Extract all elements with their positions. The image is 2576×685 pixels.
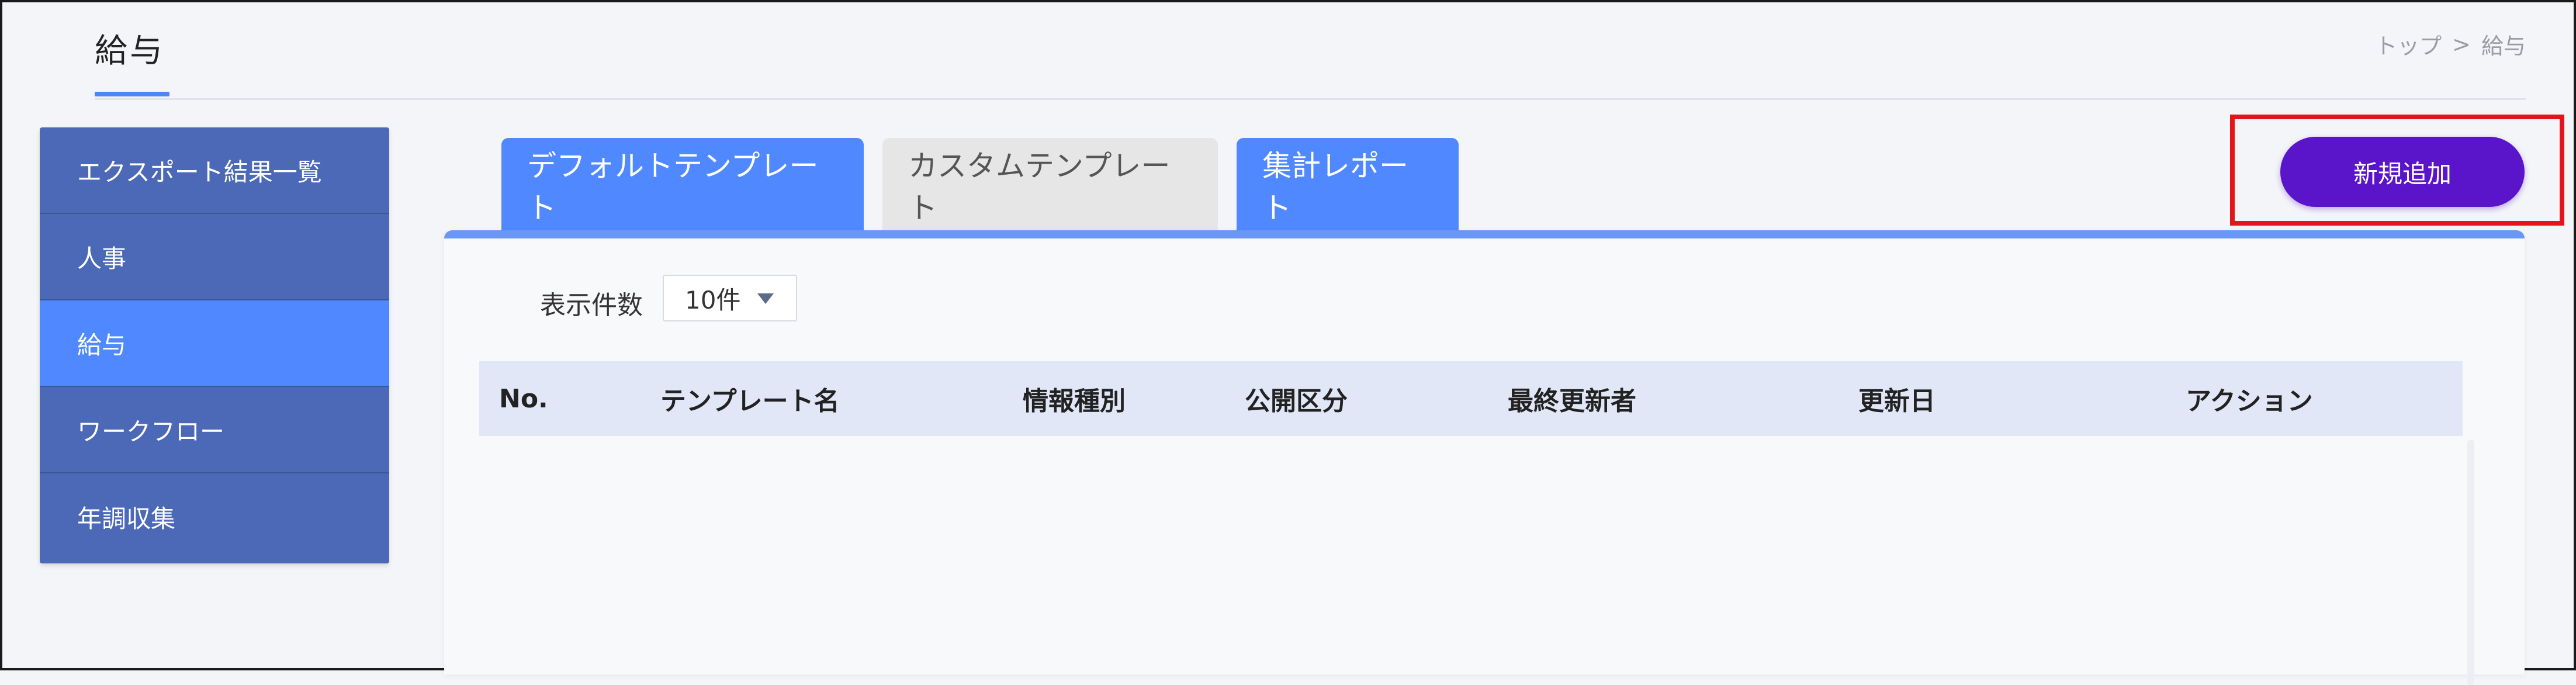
page-size-value: 10件 [685, 285, 741, 314]
sidebar-item-label: 給与 [77, 330, 127, 359]
breadcrumb: トップ > 給与 [2375, 28, 2526, 60]
column-header-last-updater: 最終更新者 [1508, 386, 1636, 416]
tab-summary-report[interactable]: 集計レポート [1237, 138, 1459, 231]
breadcrumb-separator: > [2452, 31, 2471, 57]
content-panel: 表示件数 10件 No. テンプレート名 情報種別 公開区分 最終更新者 更新日… [444, 230, 2525, 685]
column-header-no: No. [499, 383, 548, 414]
table-header: No. テンプレート名 情報種別 公開区分 最終更新者 更新日 アクション [479, 361, 2463, 436]
sidebar-item-year-end-collection[interactable]: 年調収集 [40, 473, 389, 560]
chevron-down-icon [757, 293, 774, 304]
sidebar-item-workflow[interactable]: ワークフロー [40, 387, 389, 473]
tab-default-template[interactable]: デフォルトテンプレート [501, 138, 864, 231]
sidebar-item-hr[interactable]: 人事 [40, 214, 389, 300]
page-title: 給与 [95, 32, 165, 70]
sidebar-item-label: 人事 [77, 244, 127, 273]
sidebar: エクスポート結果一覧 人事 給与 ワークフロー 年調収集 [40, 127, 389, 563]
sidebar-item-export-results[interactable]: エクスポート結果一覧 [40, 127, 389, 214]
breadcrumb-top-link[interactable]: トップ [2375, 28, 2442, 60]
column-header-template-name: テンプレート名 [660, 386, 840, 416]
sidebar-item-payroll[interactable]: 給与 [40, 300, 389, 387]
sidebar-item-label: ワークフロー [77, 417, 225, 446]
table-scrollbar[interactable] [2467, 440, 2474, 685]
column-header-action: アクション [2186, 386, 2313, 416]
sidebar-item-label: 年調収集 [77, 504, 176, 533]
title-underline [95, 92, 169, 96]
breadcrumb-current: 給与 [2481, 33, 2526, 59]
template-tabs: デフォルトテンプレート カスタムテンプレート 集計レポート [501, 138, 1459, 231]
column-header-visibility: 公開区分 [1245, 386, 1348, 416]
column-header-updated-date: 更新日 [1858, 386, 1936, 416]
page-size-select[interactable]: 10件 [663, 275, 797, 321]
page-size-label: 表示件数 [540, 290, 643, 320]
tab-custom-template[interactable]: カスタムテンプレート [882, 138, 1218, 231]
header-divider [95, 98, 2526, 100]
sidebar-item-label: エクスポート結果一覧 [77, 157, 322, 186]
new-add-button[interactable]: 新規追加 [2280, 137, 2525, 207]
column-header-info-type: 情報種別 [1023, 386, 1126, 416]
